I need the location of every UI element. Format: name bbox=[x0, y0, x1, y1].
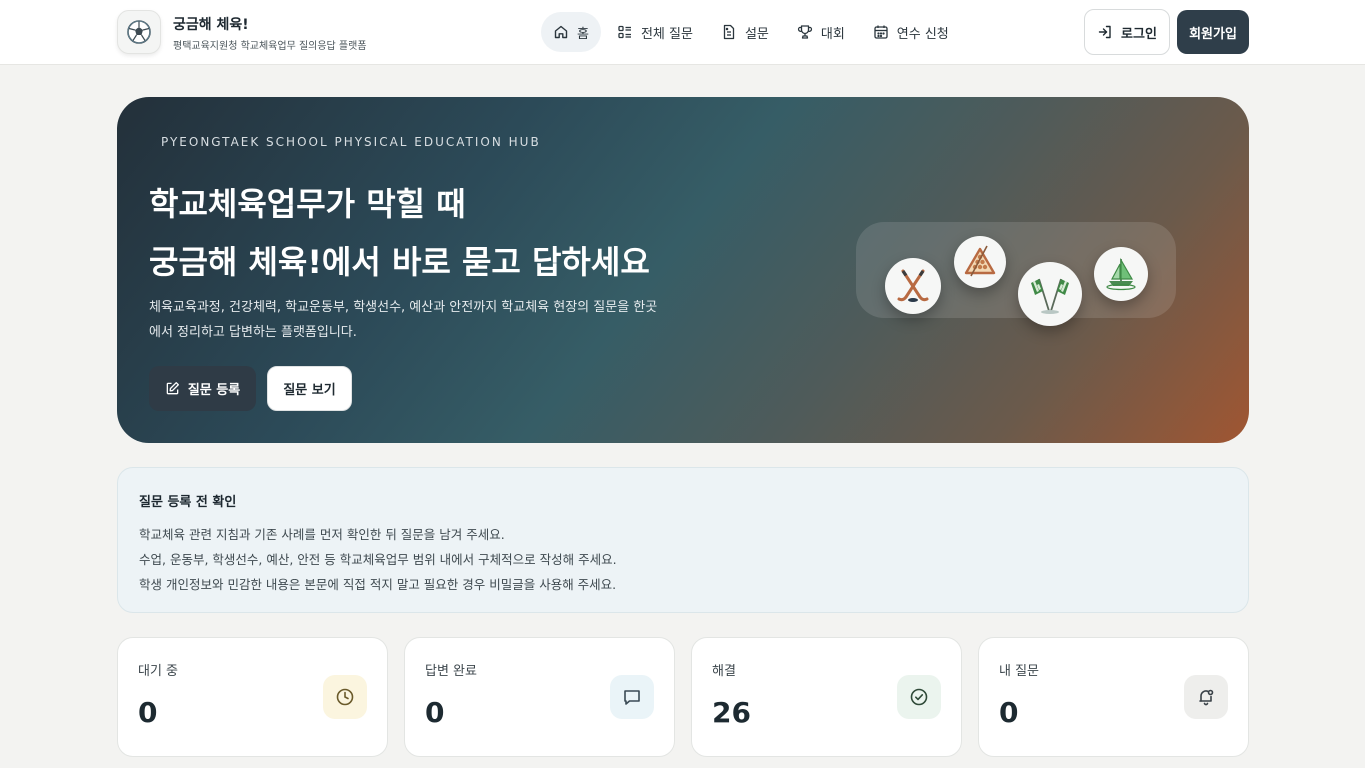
nav-item-all-questions[interactable]: 전체 질문 bbox=[605, 12, 705, 52]
nav-label: 연수 신청 bbox=[896, 26, 949, 42]
notice-box: 질문 등록 전 확인 학교체육 관련 지침과 기존 사례를 먼저 확인한 뒤 질… bbox=[117, 467, 1249, 613]
nav-item-home[interactable]: 홈 bbox=[541, 12, 601, 52]
nav-label: 홈 bbox=[577, 26, 589, 42]
stat-label: 내 질문 bbox=[999, 664, 1040, 679]
survey-icon bbox=[723, 24, 735, 40]
stat-card-pending[interactable]: 대기 중 0 bbox=[117, 637, 388, 757]
sailboat-icon bbox=[1094, 247, 1148, 301]
home-icon bbox=[554, 25, 568, 39]
top-header: 궁금해 체육! 평택교육지원청 학교체육업무 질의응답 플랫폼 홈 전체 질문 bbox=[0, 0, 1365, 65]
stat-value: 0 bbox=[138, 696, 158, 729]
clock-icon bbox=[323, 675, 367, 719]
nav-label: 전체 질문 bbox=[640, 26, 693, 42]
hero-kicker: PYEONGTAEK SCHOOL PHYSICAL EDUCATION HUB bbox=[161, 135, 541, 149]
nav-item-competition[interactable]: 대회 bbox=[785, 12, 857, 52]
calendar-icon bbox=[874, 25, 888, 39]
stat-label: 답변 완료 bbox=[425, 664, 477, 679]
register-question-label: 질문 등록 bbox=[187, 383, 241, 398]
chat-icon bbox=[610, 675, 654, 719]
list-icon bbox=[618, 25, 631, 39]
main-nav: 홈 전체 질문 설문 대회 연수 신청 bbox=[541, 12, 961, 52]
hero-banner: PYEONGTAEK SCHOOL PHYSICAL EDUCATION HUB… bbox=[117, 97, 1249, 443]
brand-subtitle: 평택교육지원청 학교체육업무 질의응답 플랫폼 bbox=[173, 41, 367, 52]
nav-label: 설문 bbox=[744, 26, 769, 42]
login-label: 로그인 bbox=[1121, 26, 1157, 42]
trophy-icon bbox=[797, 25, 812, 39]
nav-item-survey[interactable]: 설문 bbox=[709, 12, 781, 52]
notice-line: 학교체육 관련 지침과 기존 사례를 먼저 확인한 뒤 질문을 남겨 주세요. bbox=[139, 527, 505, 542]
nav-label: 대회 bbox=[820, 26, 845, 42]
soccer-ball-icon bbox=[127, 20, 151, 44]
edit-icon bbox=[166, 382, 179, 395]
view-questions-button[interactable]: 질문 보기 bbox=[267, 366, 352, 411]
hero-description: 체육교육과정, 건강체력, 학교운동부, 학생선수, 예산과 안전까지 학교체육… bbox=[149, 300, 658, 340]
hero-title: 학교체육업무가 막힐 때 궁금해 체육!에서 바로 묻고 답하세요 bbox=[149, 175, 650, 291]
nav-item-training[interactable]: 연수 신청 bbox=[861, 12, 961, 52]
stat-value: 26 bbox=[712, 696, 751, 729]
notice-title: 질문 등록 전 확인 bbox=[139, 495, 237, 510]
login-button[interactable]: 로그인 bbox=[1084, 9, 1170, 55]
stat-label: 대기 중 bbox=[138, 664, 179, 679]
checkered-flags-icon bbox=[1018, 262, 1082, 326]
stat-label: 해결 bbox=[712, 664, 736, 679]
notice-line: 수업, 운동부, 학생선수, 예산, 안전 등 학교체육업무 범위 내에서 구체… bbox=[139, 552, 617, 567]
register-question-button[interactable]: 질문 등록 bbox=[149, 366, 256, 411]
stat-card-answered[interactable]: 답변 완료 0 bbox=[404, 637, 675, 757]
billiards-triangle-icon bbox=[954, 236, 1006, 288]
hero-title-line2: 궁금해 체육!에서 바로 묻고 답하세요 bbox=[149, 243, 650, 281]
stat-card-resolved[interactable]: 해결 26 bbox=[691, 637, 962, 757]
check-circle-icon bbox=[897, 675, 941, 719]
logo[interactable] bbox=[117, 10, 161, 54]
stat-card-my-questions[interactable]: 내 질문 0 bbox=[978, 637, 1249, 757]
bell-icon bbox=[1184, 675, 1228, 719]
stat-value: 0 bbox=[425, 696, 445, 729]
stat-value: 0 bbox=[999, 696, 1019, 729]
brand-title[interactable]: 궁금해 체육! bbox=[173, 14, 249, 34]
signup-button[interactable]: 회원가입 bbox=[1177, 10, 1249, 54]
hockey-sticks-icon bbox=[885, 258, 941, 314]
hero-title-line1: 학교체육업무가 막힐 때 bbox=[149, 185, 466, 223]
login-icon bbox=[1098, 25, 1111, 39]
notice-line: 학생 개인정보와 민감한 내용은 본문에 직접 적지 말고 필요한 경우 비밀글… bbox=[139, 577, 617, 592]
